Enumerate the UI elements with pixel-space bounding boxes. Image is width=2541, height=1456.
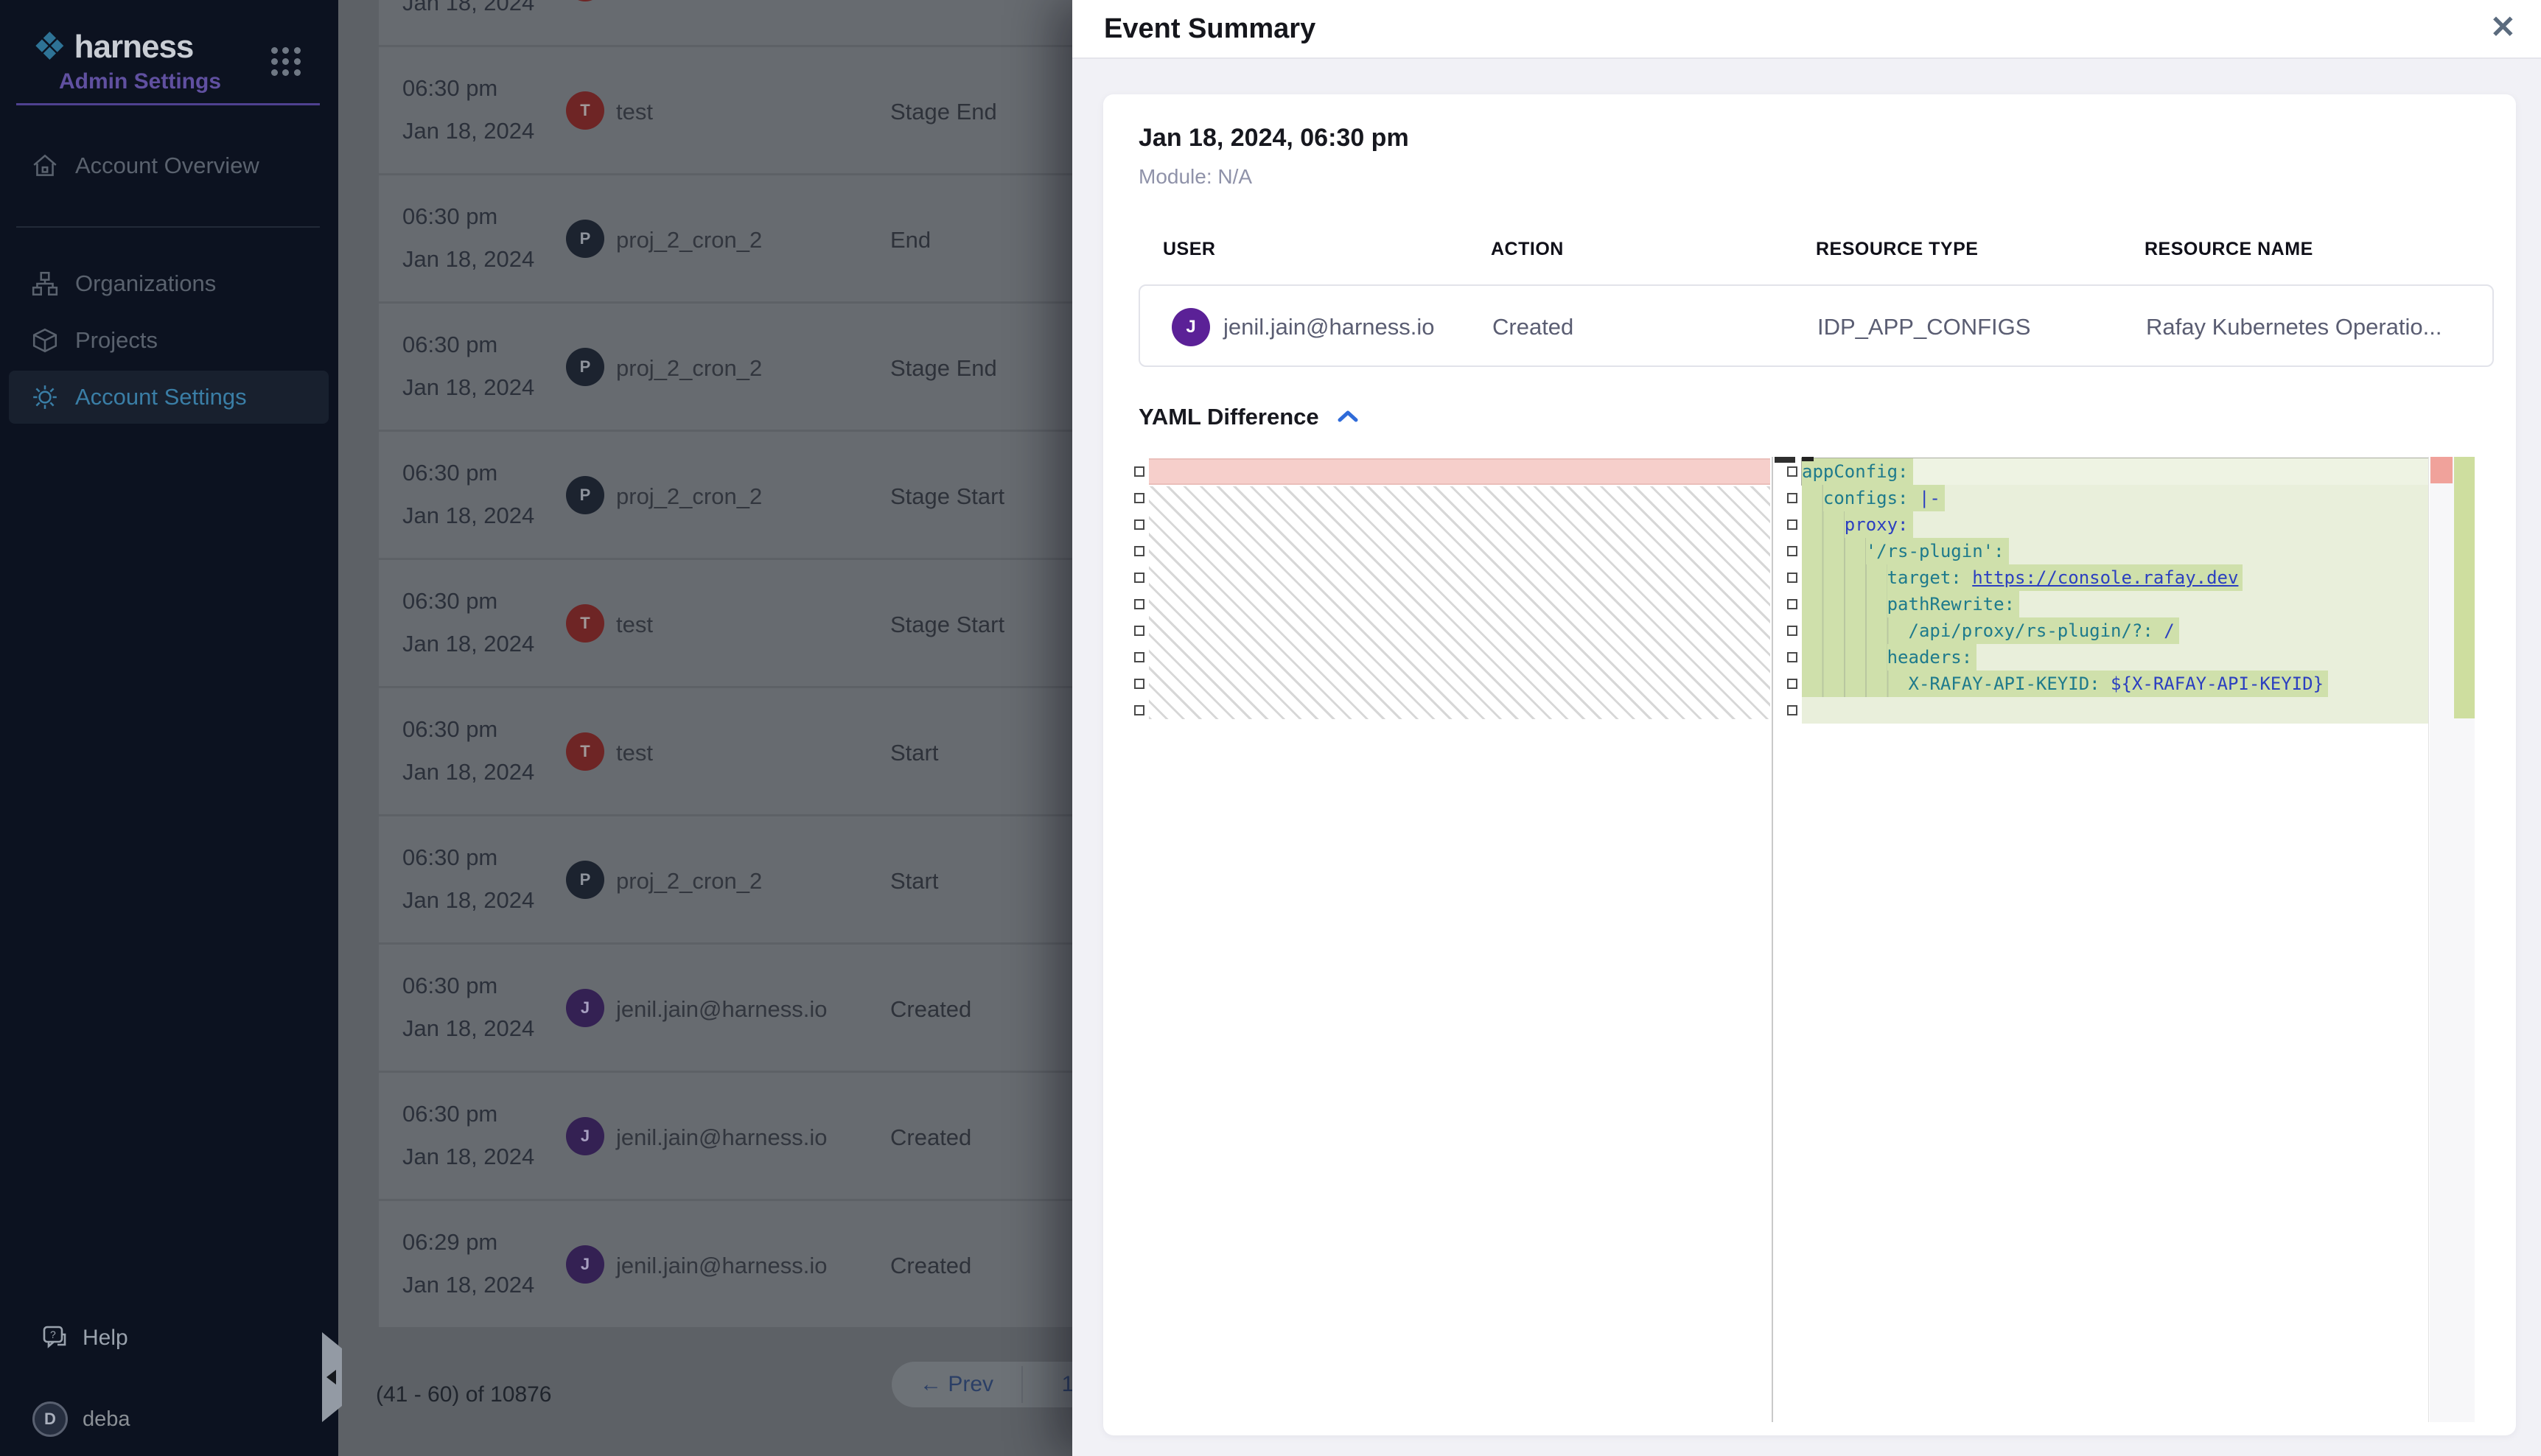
- indent-guides: [1802, 671, 1909, 697]
- yaml-difference-label: YAML Difference: [1139, 404, 1319, 430]
- code-token: [2153, 620, 2164, 641]
- chevron-up-icon: [1335, 408, 1360, 426]
- indent-guides: [1802, 644, 1887, 671]
- diff-line-marker: [1787, 626, 1797, 636]
- diff-line-marker: [1787, 679, 1797, 689]
- diff-line-marker: [1134, 493, 1144, 503]
- diff-line-marker: [1787, 493, 1797, 503]
- audit-resource-type: IDP_APP_CONFIGS: [1817, 314, 2030, 340]
- audit-user: jenil.jain@harness.io: [1223, 314, 1435, 340]
- indent-guides: [1802, 617, 1909, 644]
- diff-added-line: pathRewrite:: [1802, 591, 2428, 617]
- diff-line-marker: [1787, 546, 1797, 556]
- diff-left-pane: [1149, 457, 1772, 1422]
- diff-right-pane-edge: [2428, 457, 2429, 1422]
- indent-guides: [1802, 591, 1887, 617]
- code-token: headers:: [1887, 647, 1973, 668]
- diff-line-marker: [1787, 573, 1797, 583]
- diff-line-marker: [1787, 705, 1797, 715]
- code-token: /: [2164, 620, 2174, 641]
- diff-line-marker: [1134, 573, 1144, 583]
- diff-line-marker: [1134, 546, 1144, 556]
- code-link[interactable]: https://console.rafay.dev: [1972, 567, 2238, 588]
- diff-added-line: /api/proxy/rs-plugin/?: /: [1802, 617, 2428, 644]
- diff-line-marker: [1134, 626, 1144, 636]
- code-token: [2100, 673, 2111, 694]
- diff-added-line: proxy:: [1802, 511, 2428, 538]
- column-header-resource-type: RESOURCE TYPE: [1816, 239, 1978, 260]
- audit-action: Created: [1492, 314, 1573, 340]
- code-token: /api/proxy/rs-plugin/?:: [1909, 620, 2153, 641]
- event-module: Module: N/A: [1139, 165, 1252, 189]
- diff-line-marker: [1134, 599, 1144, 609]
- code-token: pathRewrite:: [1887, 594, 2015, 615]
- code-token: proxy:: [1845, 514, 1909, 535]
- code-token: target:: [1887, 567, 1962, 588]
- indent-guides: [1802, 511, 1845, 538]
- diff-added-line: headers:: [1802, 644, 2428, 671]
- indent-guides: [1802, 564, 1887, 591]
- diff-line-marker: [1134, 705, 1144, 715]
- code-token: '/rs-plugin':: [1866, 541, 2005, 561]
- yaml-diff-view: appConfig: configs: |- proxy: '/rs-plugi…: [1134, 457, 2476, 1422]
- diff-line-marker: [1787, 466, 1797, 477]
- drawer-header: Event Summary ✕: [1072, 0, 2541, 59]
- yaml-difference-toggle[interactable]: YAML Difference: [1139, 404, 1360, 430]
- diff-pane-divider: [1772, 457, 1773, 1422]
- user-avatar: J: [1172, 308, 1210, 346]
- column-header-resource-name: RESOURCE NAME: [2145, 239, 2313, 260]
- indent-guides: [1802, 485, 1823, 511]
- diff-added-line: target: https://console.rafay.dev: [1802, 564, 2428, 591]
- event-summary-card: Jan 18, 2024, 06:30 pm Module: N/A USER …: [1103, 94, 2516, 1435]
- audit-detail-row: J jenil.jain@harness.io Created IDP_APP_…: [1139, 284, 2494, 367]
- diff-line-marker: [1787, 599, 1797, 609]
- diff-divider-cap: [1775, 457, 1795, 463]
- diff-added-line: X-RAFAY-API-KEYID: ${X-RAFAY-API-KEYID}: [1802, 671, 2428, 697]
- modal-backdrop[interactable]: [0, 0, 1072, 1456]
- diff-line-marker: [1134, 679, 1144, 689]
- code-token: configs:: [1823, 488, 1909, 508]
- diff-filler-hatch: [1149, 486, 1770, 719]
- diff-line-marker: [1134, 466, 1144, 477]
- diff-line-marker: [1134, 652, 1144, 662]
- diff-added-line: configs: |-: [1802, 485, 2428, 511]
- indent-guides: [1802, 538, 1866, 564]
- code-token: |-: [1919, 488, 1940, 508]
- diff-removed-line: [1149, 458, 1770, 485]
- drawer-title: Event Summary: [1104, 13, 1315, 45]
- diff-line-marker: [1787, 519, 1797, 530]
- event-datetime: Jan 18, 2024, 06:30 pm: [1139, 124, 1409, 153]
- diff-added-line: '/rs-plugin':: [1802, 538, 2428, 564]
- code-token: [1962, 567, 1972, 588]
- overview-added-marker: [2454, 457, 2475, 718]
- event-summary-drawer: Event Summary ✕ Jan 18, 2024, 06:30 pm M…: [1072, 0, 2541, 1456]
- column-header-user: USER: [1163, 239, 1215, 260]
- diff-added-line: [1802, 697, 2428, 724]
- diff-line-marker: [1787, 652, 1797, 662]
- audit-resource-name: Rafay Kubernetes Operatio...: [2146, 314, 2442, 340]
- diff-overview-ruler[interactable]: [2430, 457, 2475, 1422]
- column-header-action: ACTION: [1491, 239, 1564, 260]
- code-token: ${X-RAFAY-API-KEYID}: [2111, 673, 2324, 694]
- code-token: [1909, 488, 1919, 508]
- close-icon[interactable]: ✕: [2490, 9, 2516, 46]
- diff-right-pane: appConfig: configs: |- proxy: '/rs-plugi…: [1802, 457, 2428, 1422]
- diff-cursor-tick: [1802, 457, 1814, 461]
- code-token: X-RAFAY-API-KEYID:: [1909, 673, 2100, 694]
- code-token: appConfig:: [1802, 461, 1909, 482]
- diff-added-line: appConfig:: [1802, 458, 2428, 485]
- overview-removed-marker: [2430, 457, 2453, 483]
- diff-line-marker: [1134, 519, 1144, 530]
